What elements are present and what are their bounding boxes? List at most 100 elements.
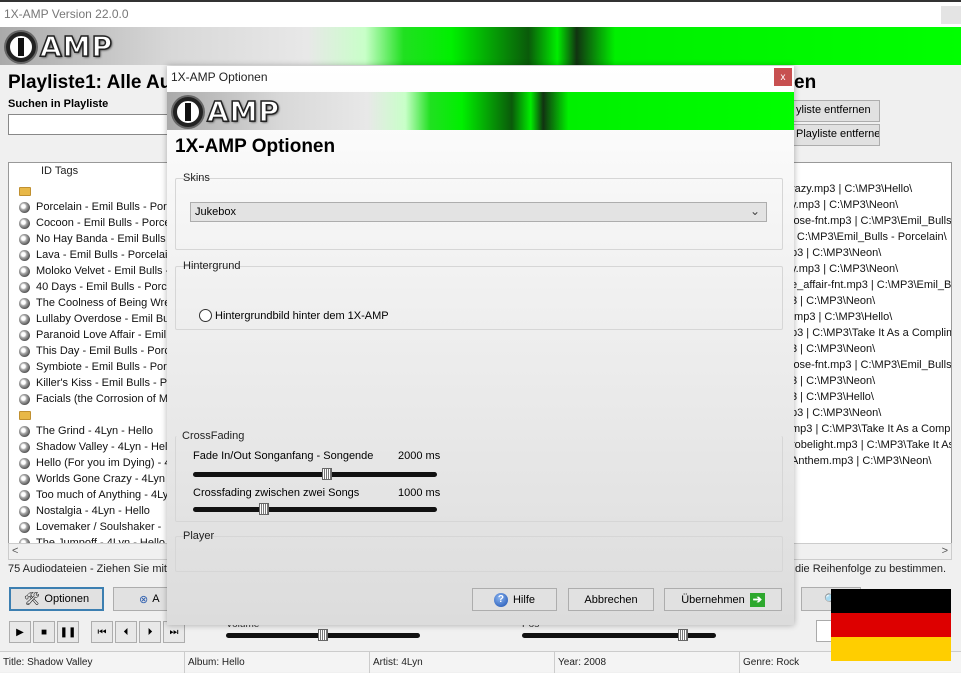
- row-text: Nostalgia - 4Lyn - Hello: [36, 505, 150, 517]
- remove-from-playlist-button[interactable]: yliste entfernen: [789, 100, 880, 122]
- fade-value: 2000 ms: [398, 450, 441, 462]
- row-path-text[interactable]: p3 | C:\MP3\Take It As a Complim: [791, 327, 951, 343]
- row-path-text[interactable]: lose-fnt.mp3 | C:\MP3\Emil_Bulls -: [791, 359, 951, 375]
- fade-slider-thumb[interactable]: [321, 468, 332, 480]
- song-row[interactable]: Symbiote - Emil Bulls - Porc: [19, 359, 172, 375]
- song-row[interactable]: The Coolness of Being Wre: [19, 295, 170, 311]
- song-row[interactable]: Paranoid Love Affair - Emil: [19, 327, 166, 343]
- remove-playlist-button[interactable]: Playliste entfernen: [789, 124, 880, 146]
- scroll-right-icon[interactable]: >: [942, 545, 948, 557]
- search-input[interactable]: [8, 114, 178, 135]
- background-label: Hintergrund: [183, 260, 241, 272]
- crossfade-value: 1000 ms: [398, 487, 441, 499]
- next-button[interactable]: ⏵: [139, 621, 161, 643]
- song-row[interactable]: Too much of Anything - 4Ly: [19, 487, 168, 503]
- first-track-button[interactable]: ⏮: [91, 621, 113, 643]
- position-slider-thumb[interactable]: [678, 629, 689, 641]
- window-title: 1X-AMP Version 22.0.0: [4, 7, 129, 21]
- folder-row[interactable]: [19, 407, 37, 423]
- song-row[interactable]: Cocoon - Emil Bulls - Porce: [19, 215, 171, 231]
- german-flag-icon[interactable]: [831, 589, 951, 661]
- song-row[interactable]: Lovemaker / Soulshaker -: [19, 519, 161, 535]
- playlist-status-text-right: die Reihenfolge zu bestimmen.: [795, 563, 947, 575]
- row-path-text[interactable]: robelight.mp3 | C:\MP3\Take It As: [791, 439, 951, 455]
- stop-button[interactable]: ■: [33, 621, 55, 643]
- song-row[interactable]: This Day - Emil Bulls - Porc: [19, 343, 170, 359]
- apply-button[interactable]: Übernehmen ➔: [664, 588, 782, 611]
- row-path-text[interactable]: p3 | C:\MP3\Neon\: [791, 247, 881, 263]
- skins-label: Skins: [183, 172, 210, 184]
- folder-icon: [19, 410, 31, 420]
- song-row[interactable]: Lullaby Overdose - Emil Bu: [19, 311, 169, 327]
- background-image-radio[interactable]: Hintergrundbild hinter dem 1X-AMP: [199, 309, 389, 322]
- song-row[interactable]: 40 Days - Emil Bulls - Porce: [19, 279, 173, 295]
- row-path-text[interactable]: e_affair-fnt.mp3 | C:\MP3\Emil_Bu: [791, 279, 951, 295]
- row-path-text[interactable]: mp3 | C:\MP3\Take It As a Comp: [791, 423, 950, 439]
- row-path-text[interactable]: | C:\MP3\Emil_Bulls - Porcelain\: [791, 231, 947, 247]
- volume-slider-thumb[interactable]: [318, 629, 328, 641]
- song-row[interactable]: Nostalgia - 4Lyn - Hello: [19, 503, 150, 519]
- row-path-text[interactable]: y.mp3 | C:\MP3\Neon\: [791, 199, 898, 215]
- minimize-button[interactable]: [941, 6, 961, 24]
- scroll-left-icon[interactable]: <: [12, 545, 18, 557]
- volume-slider[interactable]: [226, 629, 420, 641]
- cd-icon: [19, 313, 30, 325]
- row-text: Worlds Gone Crazy - 4Lyn: [36, 473, 165, 485]
- help-button[interactable]: ? Hilfe: [472, 588, 557, 611]
- row-path-text[interactable]: Anthem.mp3 | C:\MP3\Neon\: [791, 455, 931, 471]
- fade-slider[interactable]: [193, 468, 437, 480]
- skin-select[interactable]: Jukebox ⌄: [190, 202, 767, 222]
- play-button[interactable]: ▶: [9, 621, 31, 643]
- row-text: Moloko Velvet - Emil Bulls -: [36, 265, 170, 277]
- status-title: Title: Shadow Valley: [0, 652, 185, 673]
- cd-icon: [19, 345, 30, 357]
- playlist-title: Playliste1: Alle Au: [8, 72, 172, 93]
- player-group: Player: [175, 530, 783, 572]
- song-row[interactable]: The Grind - 4Lyn - Hello: [19, 423, 153, 439]
- chevron-down-icon: ⌄: [749, 204, 760, 218]
- radio-circle[interactable]: [199, 309, 212, 322]
- status-year: Year: 2008: [555, 652, 740, 673]
- row-path-text[interactable]: .mp3 | C:\MP3\Hello\: [791, 311, 892, 327]
- song-row[interactable]: Facials (the Corrosion of Mi: [19, 391, 171, 407]
- prev-button[interactable]: ⏴: [115, 621, 137, 643]
- song-row[interactable]: Worlds Gone Crazy - 4Lyn: [19, 471, 165, 487]
- song-row[interactable]: Shadow Valley - 4Lyn - Hel: [19, 439, 167, 455]
- list-header-id-tags[interactable]: ID Tags: [41, 165, 78, 177]
- row-path-text[interactable]: razy.mp3 | C:\MP3\Hello\: [791, 183, 912, 199]
- song-row[interactable]: No Hay Banda - Emil Bulls: [19, 231, 166, 247]
- row-path-text[interactable]: 3 | C:\MP3\Neon\: [791, 295, 875, 311]
- cd-icon: [19, 361, 30, 373]
- row-path-text[interactable]: 3 | C:\MP3\Hello\: [791, 391, 874, 407]
- cd-icon: [19, 249, 30, 261]
- song-row[interactable]: Hello (For you im Dying) - 4: [19, 455, 170, 471]
- pause-button[interactable]: ❚❚: [57, 621, 79, 643]
- row-text: Too much of Anything - 4Ly: [36, 489, 169, 501]
- song-row[interactable]: Moloko Velvet - Emil Bulls -: [19, 263, 169, 279]
- flag-stripe-red: [831, 613, 951, 637]
- binoculars-icon: ⊗: [139, 593, 149, 606]
- dialog-heading: 1X-AMP Optionen: [175, 136, 336, 157]
- song-row[interactable]: Killer's Kiss - Emil Bulls - Po: [19, 375, 173, 391]
- crossfade-slider-thumb[interactable]: [258, 503, 269, 515]
- dialog-banner: AMP: [167, 92, 794, 130]
- row-path-text[interactable]: 3 | C:\MP3\Neon\: [791, 375, 875, 391]
- row-text: Killer's Kiss - Emil Bulls - Po: [36, 377, 174, 389]
- row-path-text[interactable]: 3 | C:\MP3\Neon\: [791, 343, 875, 359]
- row-path-text[interactable]: y.mp3 | C:\MP3\Neon\: [791, 263, 898, 279]
- row-path-text[interactable]: p3 | C:\MP3\Neon\: [791, 407, 881, 423]
- row-text: Lullaby Overdose - Emil Bu: [36, 313, 170, 325]
- row-path-text[interactable]: lose-fnt.mp3 | C:\MP3\Emil_Bulls -: [791, 215, 951, 231]
- position-slider[interactable]: [522, 629, 716, 641]
- options-button[interactable]: 🛠 Optionen: [9, 587, 104, 611]
- cancel-button[interactable]: Abbrechen: [568, 588, 654, 611]
- row-text: Paranoid Love Affair - Emil: [36, 329, 167, 341]
- crossfade-slider[interactable]: [193, 503, 437, 515]
- cd-icon: [19, 233, 30, 245]
- song-row[interactable]: Lava - Emil Bulls - Porcelair: [19, 247, 171, 263]
- flag-stripe-black: [831, 589, 951, 613]
- dialog-close-button[interactable]: x: [774, 68, 792, 86]
- folder-row[interactable]: [19, 183, 37, 199]
- cd-icon: [19, 441, 30, 453]
- song-row[interactable]: Porcelain - Emil Bulls - Porc: [19, 199, 172, 215]
